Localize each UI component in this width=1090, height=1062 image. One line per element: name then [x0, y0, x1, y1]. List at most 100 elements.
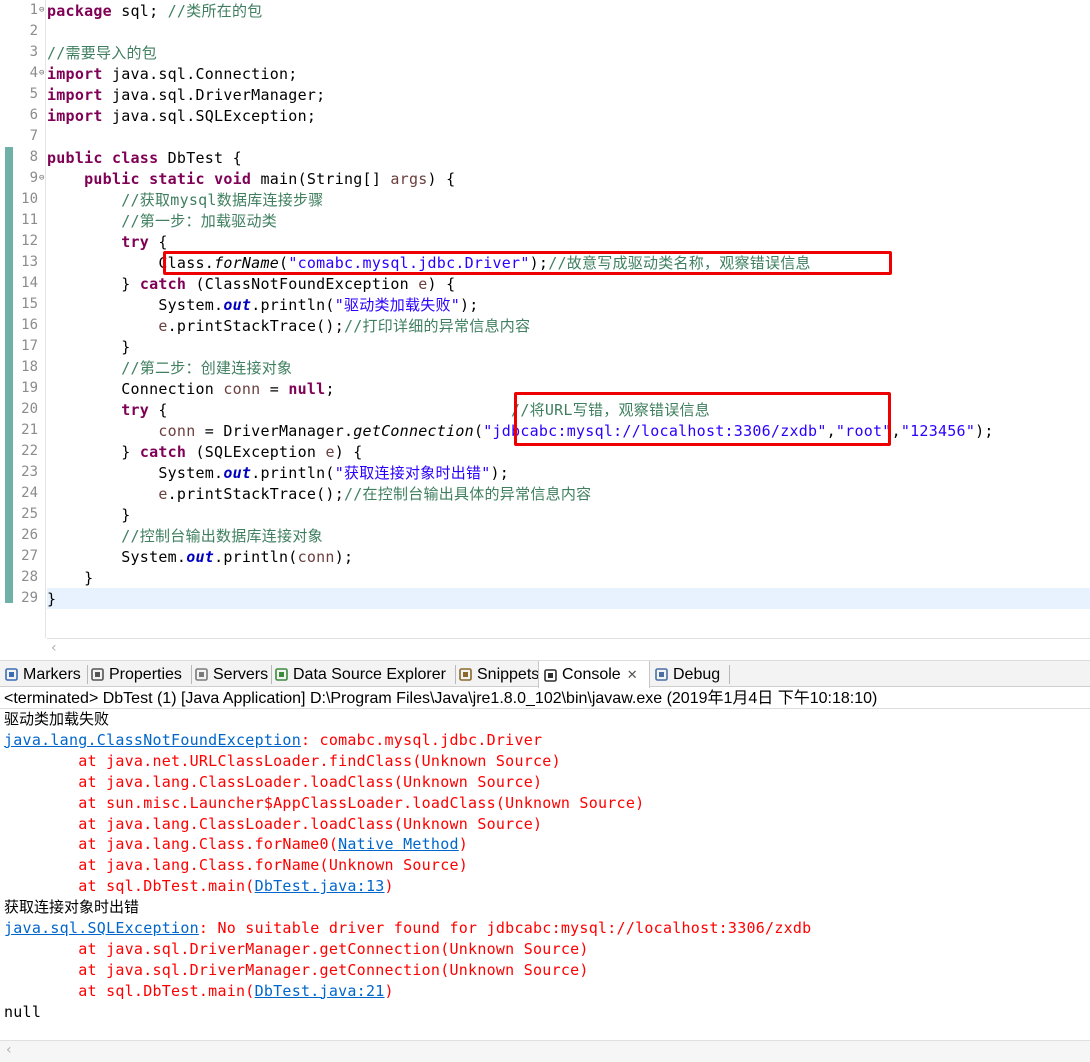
- console-horizontal-scrollbar[interactable]: ‹: [0, 1040, 1090, 1062]
- line-number-gutter: 1 ⊖ 2 3 4 ⊖ 5 6 7 8 9 ⊖ 10 11 12 13 14 15 16 17 18 19 20 21 22 23…: [16, 0, 46, 638]
- code-token: ) {: [334, 443, 363, 461]
- code-token: e: [418, 275, 428, 293]
- console-text: null: [4, 1002, 42, 1021]
- console-text: 驱动类加载失败: [4, 710, 110, 728]
- code-token: out: [186, 548, 215, 566]
- console-line: at sql.DbTest.main(DbTest.java:21): [4, 981, 394, 1002]
- console-line: at sql.DbTest.main(DbTest.java:13): [4, 876, 394, 897]
- console-output[interactable]: 驱动类加载失败 java.lang.ClassNotFoundException:…: [0, 709, 1090, 1039]
- code-token: .println(: [251, 464, 335, 482]
- code-line[interactable]: try {: [47, 232, 168, 253]
- code-token: "获取连接对象时出错": [334, 464, 491, 482]
- tab-snippets[interactable]: Snippets: [454, 661, 540, 688]
- code-token: null: [288, 380, 326, 398]
- tab-console[interactable]: Console ✕: [538, 661, 650, 689]
- code-line[interactable]: e.printStackTrace();//在控制台输出具体的异常信息内容: [47, 484, 591, 505]
- code-line[interactable]: }: [47, 568, 93, 589]
- line-number: 10: [21, 191, 38, 207]
- code-line[interactable]: public class DbTest {: [47, 148, 242, 169]
- console-link[interactable]: DbTest.java:13: [255, 877, 385, 895]
- tab-separator: [729, 665, 730, 684]
- code-token: (: [473, 422, 484, 440]
- console-line: at java.lang.Class.forName(Unknown Sourc…: [4, 855, 468, 876]
- code-line[interactable]: //第二步：创建连接对象: [47, 358, 292, 379]
- code-line[interactable]: public static void main(String[] args) {: [47, 169, 455, 190]
- console-text: ): [384, 877, 394, 896]
- code-token: catch: [139, 443, 187, 461]
- tab-label: Snippets: [477, 665, 540, 683]
- code-token: catch: [139, 275, 187, 293]
- code-line[interactable]: }: [47, 337, 131, 358]
- code-token: .println(: [214, 548, 298, 566]
- close-icon[interactable]: ✕: [627, 667, 638, 683]
- console-link[interactable]: Native Method: [338, 835, 459, 853]
- code-editor[interactable]: 1 ⊖ 2 3 4 ⊖ 5 6 7 8 9 ⊖ 10 11 12 13 14 15 16 17 18 19 20 21 22 23…: [0, 0, 1090, 660]
- code-token: conn: [158, 422, 196, 440]
- line-number: 21: [21, 422, 38, 438]
- servers-icon: [194, 667, 209, 682]
- code-token: .println(: [251, 296, 335, 314]
- code-line[interactable]: //获取mysql数据库连接步骤: [47, 190, 323, 211]
- code-line[interactable]: System.out.println("驱动类加载失败");: [47, 295, 479, 316]
- code-line[interactable]: //第一步：加载驱动类: [47, 211, 277, 232]
- scroll-left-arrow-icon[interactable]: ‹: [51, 640, 57, 656]
- debug-icon: [654, 667, 669, 682]
- markers-icon: [4, 667, 19, 682]
- code-token: ;: [325, 380, 335, 398]
- console-link[interactable]: java.lang.ClassNotFoundException: [4, 731, 301, 749]
- code-line[interactable]: import java.sql.SQLException;: [47, 106, 316, 127]
- code-line[interactable]: System.out.println("获取连接对象时出错");: [47, 463, 509, 484]
- code-line[interactable]: } catch (SQLException e) {: [47, 442, 363, 463]
- console-icon: [543, 668, 558, 683]
- tab-debug[interactable]: Debug: [650, 661, 730, 688]
- fold-toggle-icon[interactable]: ⊖: [39, 0, 44, 21]
- code-token: "123456": [900, 422, 976, 440]
- code-token: //第二步：创建连接对象: [121, 359, 293, 377]
- code-line[interactable]: System.out.println(conn);: [47, 547, 353, 568]
- code-line[interactable]: //控制台输出数据库连接对象: [47, 526, 323, 547]
- console-line: at java.lang.Class.forName0(Native Metho…: [4, 834, 468, 855]
- line-number: 7: [29, 128, 38, 144]
- scroll-left-arrow-icon[interactable]: ‹: [6, 1042, 12, 1058]
- console-line: at sun.misc.Launcher$AppClassLoader.load…: [4, 793, 644, 814]
- overview-ruler: [0, 0, 16, 638]
- editor-horizontal-scrollbar[interactable]: ‹: [47, 638, 1090, 660]
- code-line[interactable]: }: [47, 505, 131, 526]
- code-line[interactable]: package sql; //类所在的包: [47, 1, 262, 22]
- code-line[interactable]: } catch (ClassNotFoundException e) {: [47, 274, 455, 295]
- code-token: (SQLException: [186, 443, 326, 461]
- code-line[interactable]: Connection conn = null;: [47, 379, 335, 400]
- fold-toggle-icon[interactable]: ⊖: [39, 63, 44, 84]
- code-token: import: [47, 86, 103, 104]
- console-text: at java.lang.ClassLoader.loadClass(Unkno…: [4, 772, 543, 791]
- code-token: public: [84, 170, 140, 188]
- code-line[interactable]: import java.sql.Connection;: [47, 64, 298, 85]
- fold-toggle-icon[interactable]: ⊖: [39, 168, 44, 189]
- tab-servers[interactable]: Servers: [190, 661, 272, 688]
- code-token: //第一步：加载驱动类: [121, 212, 278, 230]
- console-link[interactable]: java.sql.SQLException: [4, 919, 199, 937]
- tab-data-source-explorer[interactable]: Data Source Explorer: [270, 661, 456, 688]
- console-line: null: [4, 1002, 41, 1023]
- tab-label: Properties: [109, 665, 182, 683]
- code-line[interactable]: //需要导入的包: [47, 43, 157, 64]
- code-line[interactable]: import java.sql.DriverManager;: [47, 85, 325, 106]
- line-number: 28: [21, 569, 38, 585]
- code-token: ) {: [427, 275, 456, 293]
- code-token: = DriverManager.: [195, 422, 354, 440]
- code-token: //在控制台输出具体的异常信息内容: [344, 485, 592, 503]
- console-text: at java.lang.Class.forName0(: [4, 835, 339, 854]
- code-line[interactable]: }: [47, 589, 56, 610]
- console-line: at java.lang.ClassLoader.loadClass(Unkno…: [4, 772, 542, 793]
- current-line-highlight: [47, 588, 1090, 609]
- code-token: );: [334, 548, 354, 566]
- code-line[interactable]: e.printStackTrace();//打印详细的异常信息内容: [47, 316, 530, 337]
- console-text: at sql.DbTest.main(: [4, 981, 255, 1000]
- tab-label: Servers: [213, 665, 269, 683]
- tab-properties[interactable]: Properties: [86, 661, 192, 688]
- code-token: getConnection: [353, 422, 474, 440]
- console-link[interactable]: DbTest.java:21: [255, 982, 385, 1000]
- tab-markers[interactable]: Markers: [0, 661, 88, 688]
